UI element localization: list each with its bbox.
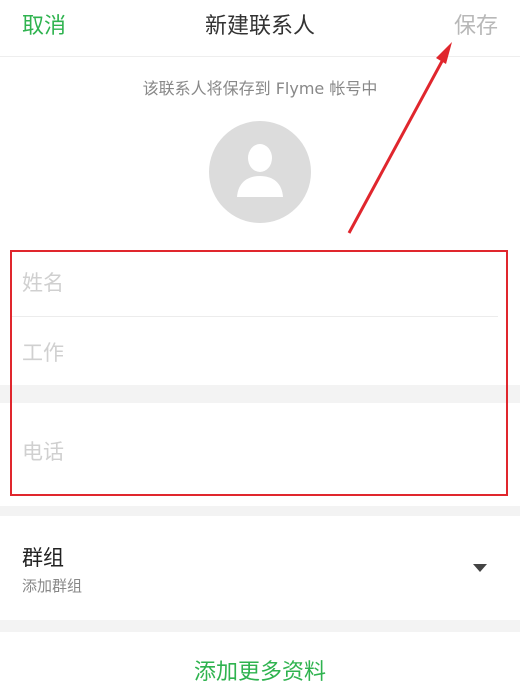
name-divider [12,316,498,317]
account-note: 该联系人将保存到 Flyme 帐号中 [142,79,378,98]
group-label: 群组 [22,546,64,570]
avatar[interactable] [209,121,311,223]
top-bar-divider [0,56,520,57]
add-more-info-button[interactable]: 添加更多资料 [0,654,520,686]
dropdown-icon[interactable] [473,564,487,572]
person-icon [237,144,283,197]
name-input[interactable] [22,266,492,300]
section-gap [0,506,520,516]
save-button[interactable]: 保存 [454,8,498,40]
section-gap [0,385,520,403]
phone-input[interactable] [22,435,492,469]
section-gap [0,620,520,632]
group-sublabel: 添加群组 [22,577,83,595]
page-title: 新建联系人 [204,14,315,39]
job-input[interactable] [22,336,492,370]
group-selector[interactable]: 群组 添加群组 [0,530,520,616]
top-bar: 取消 新建联系人 保存 [0,0,520,56]
